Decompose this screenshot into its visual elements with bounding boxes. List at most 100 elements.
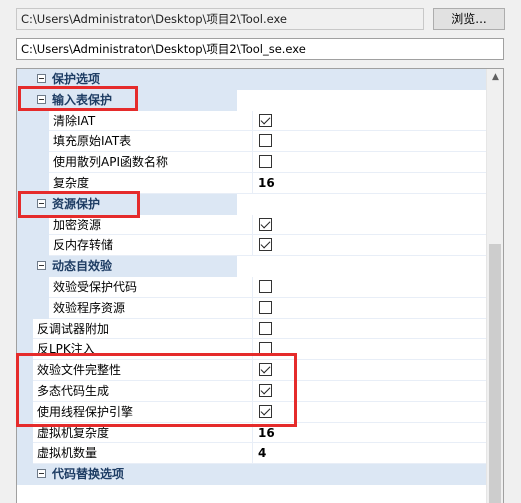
collapse-toggle-icon[interactable] xyxy=(37,261,46,271)
checkbox-checked[interactable] xyxy=(259,383,272,397)
checkbox-checked[interactable] xyxy=(259,363,272,377)
property-value[interactable] xyxy=(253,277,486,298)
property-row[interactable]: 加密资源 xyxy=(17,214,486,236)
property-name: 效验程序资源 xyxy=(49,297,253,319)
property-value[interactable] xyxy=(253,298,486,319)
property-row[interactable]: 效验受保护代码 xyxy=(17,276,486,298)
property-label: 资源保护 xyxy=(52,196,101,211)
property-row[interactable]: 效验文件完整性 xyxy=(17,360,486,381)
property-row[interactable]: 清除IAT xyxy=(17,110,486,132)
output-file-path-field[interactable]: C:\Users\Administrator\Desktop\项目2\Tool_… xyxy=(16,38,504,60)
property-label: 反内存转储 xyxy=(53,238,114,253)
property-name: 复杂度 xyxy=(49,172,253,194)
property-row[interactable]: 反LPK注入 xyxy=(17,339,486,361)
property-value[interactable]: 4 xyxy=(253,443,486,465)
property-name: 虚拟机复杂度 xyxy=(33,422,253,444)
property-value[interactable] xyxy=(253,339,486,361)
checkbox-checked[interactable] xyxy=(259,238,272,252)
property-row[interactable]: 复杂度 16 xyxy=(17,172,486,194)
collapse-toggle-icon[interactable] xyxy=(37,198,46,208)
checkbox-unchecked[interactable] xyxy=(259,155,272,169)
checkbox-checked[interactable] xyxy=(259,404,272,418)
property-name: 代码替换选项 xyxy=(33,464,486,485)
row-margin xyxy=(17,69,33,90)
property-label: 反调试器附加 xyxy=(37,321,110,336)
property-row[interactable]: 填充原始IAT表 xyxy=(17,131,486,153)
property-label: 反LPK注入 xyxy=(37,342,95,357)
property-label: 使用线程保护引擎 xyxy=(37,404,134,419)
property-label: 动态自效验 xyxy=(52,259,113,274)
property-value[interactable]: 16 xyxy=(253,423,486,444)
property-label: 效验程序资源 xyxy=(53,300,126,315)
scroll-thumb[interactable] xyxy=(489,244,501,503)
input-file-path-field[interactable]: C:\Users\Administrator\Desktop\项目2\Tool.… xyxy=(16,8,424,30)
property-value[interactable] xyxy=(253,381,486,402)
property-value[interactable] xyxy=(253,235,486,257)
row-margin xyxy=(17,339,33,361)
row-margin xyxy=(17,256,33,277)
collapse-toggle-icon[interactable] xyxy=(37,469,46,479)
property-row[interactable]: 使用散列API函数名称 xyxy=(17,152,486,173)
property-value[interactable] xyxy=(253,111,486,132)
subcategory-row[interactable]: 动态自效验 xyxy=(17,256,486,277)
property-row[interactable]: 效验程序资源 xyxy=(17,297,486,319)
property-value-text: 16 xyxy=(258,425,275,440)
row-indent xyxy=(33,152,49,173)
category-row[interactable]: 代码替换选项 xyxy=(17,464,486,485)
property-value[interactable] xyxy=(253,360,486,381)
property-row[interactable]: 虚拟机数量 4 xyxy=(17,443,486,465)
property-value[interactable]: 16 xyxy=(253,173,486,194)
row-margin xyxy=(17,193,33,215)
property-row[interactable]: 虚拟机复杂度 16 xyxy=(17,422,486,444)
subcategory-row[interactable]: 输入表保护 xyxy=(17,89,486,111)
collapse-toggle-icon[interactable] xyxy=(37,74,46,83)
subcategory-row[interactable]: 资源保护 xyxy=(17,193,486,215)
row-indent xyxy=(33,214,49,236)
property-grid[interactable]: 保护选项 输入表保护 清除IAT 填充原始IAT表 使用散列API函数名称 复杂度 16 资源… xyxy=(16,68,504,503)
property-row[interactable]: 多态代码生成 xyxy=(17,380,486,402)
property-row[interactable]: 反调试器附加 xyxy=(17,318,486,340)
property-row[interactable]: 反内存转储 xyxy=(17,235,486,257)
checkbox-unchecked[interactable] xyxy=(259,321,272,335)
row-margin xyxy=(17,152,33,173)
scroll-up-arrow-icon[interactable]: ▲ xyxy=(487,69,503,86)
browse-button[interactable]: 浏览... xyxy=(433,8,505,30)
property-value[interactable] xyxy=(253,152,486,173)
property-value[interactable] xyxy=(253,402,486,423)
property-value-text: 4 xyxy=(258,446,267,461)
row-margin xyxy=(17,401,33,423)
property-label: 输入表保护 xyxy=(52,92,113,107)
row-margin xyxy=(17,297,33,319)
property-name: 资源保护 xyxy=(33,193,237,215)
checkbox-unchecked[interactable] xyxy=(259,342,272,356)
checkbox-unchecked[interactable] xyxy=(259,134,272,148)
checkbox-unchecked[interactable] xyxy=(259,279,272,293)
property-label: 多态代码生成 xyxy=(37,383,110,398)
property-name: 反LPK注入 xyxy=(33,339,253,361)
property-name: 效验文件完整性 xyxy=(33,360,253,381)
row-margin xyxy=(17,380,33,402)
property-label: 清除IAT xyxy=(53,113,96,128)
property-rows: 保护选项 输入表保护 清除IAT 填充原始IAT表 使用散列API函数名称 复杂度 16 资源… xyxy=(17,69,486,485)
row-indent xyxy=(33,276,49,298)
checkbox-checked[interactable] xyxy=(259,217,272,231)
category-row[interactable]: 保护选项 xyxy=(17,69,486,90)
property-value[interactable] xyxy=(253,215,486,236)
property-value[interactable] xyxy=(253,131,486,153)
property-name: 加密资源 xyxy=(49,214,253,236)
property-name: 反调试器附加 xyxy=(33,318,253,340)
property-name: 使用散列API函数名称 xyxy=(49,152,253,173)
property-value[interactable] xyxy=(253,319,486,340)
row-margin xyxy=(17,464,33,485)
vertical-scrollbar[interactable]: ▲ xyxy=(486,69,503,503)
checkbox-checked[interactable] xyxy=(259,113,272,127)
checkbox-unchecked[interactable] xyxy=(259,300,272,314)
property-label: 代码替换选项 xyxy=(52,467,125,482)
property-name: 效验受保护代码 xyxy=(49,276,253,298)
property-label: 虚拟机复杂度 xyxy=(37,425,110,440)
property-row[interactable]: 使用线程保护引擎 xyxy=(17,401,486,423)
property-name: 多态代码生成 xyxy=(33,380,253,402)
property-label: 效验文件完整性 xyxy=(37,363,122,378)
row-indent xyxy=(33,131,49,153)
collapse-toggle-icon[interactable] xyxy=(37,94,46,104)
